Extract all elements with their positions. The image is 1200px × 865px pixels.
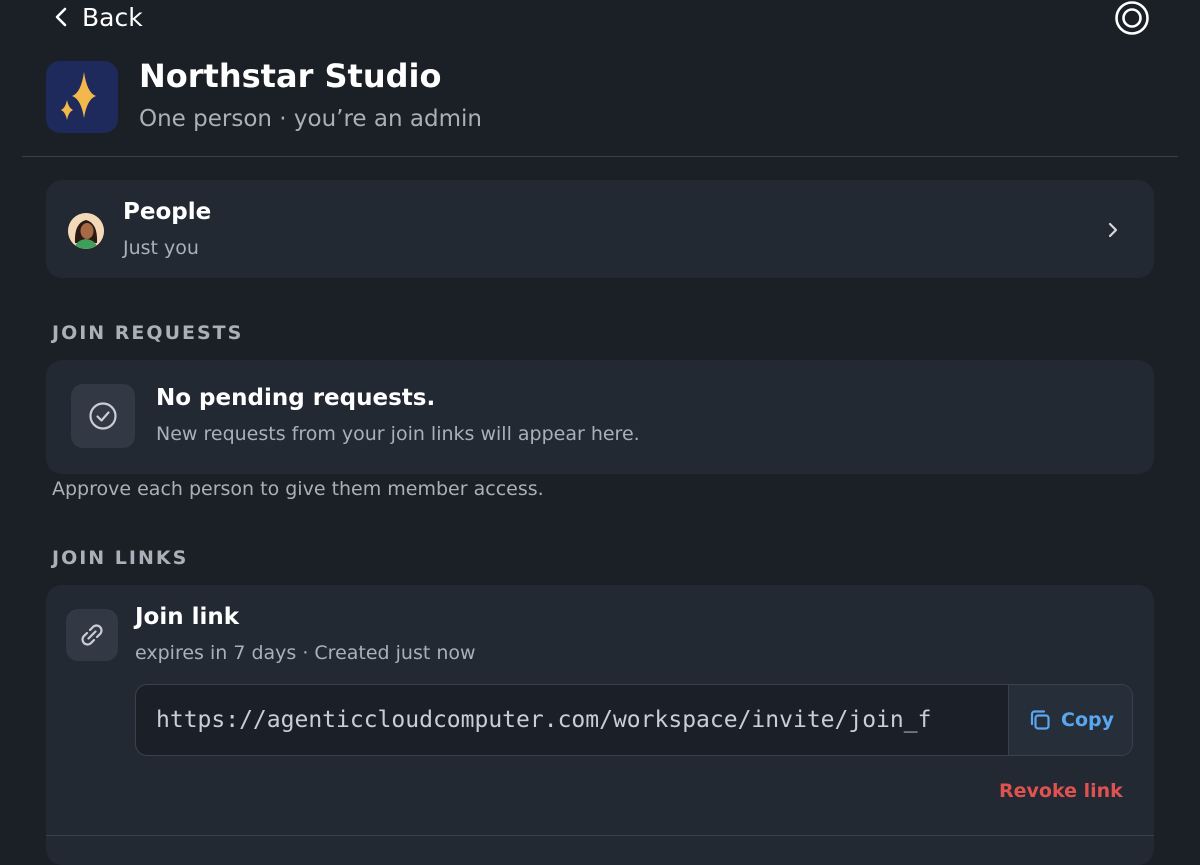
- join-links-heading: JOIN LINKS: [52, 547, 189, 569]
- join-link-title: Join link: [135, 604, 240, 630]
- copy-button[interactable]: Copy: [1008, 685, 1132, 755]
- approve-note: Approve each person to give them member …: [52, 478, 544, 500]
- header-divider: [22, 156, 1178, 157]
- revoke-link-button[interactable]: Revoke link: [999, 779, 1123, 803]
- join-requests-card: No pending requests. New requests from y…: [46, 360, 1154, 474]
- people-title: People: [123, 199, 212, 225]
- chevron-left-icon: [55, 7, 67, 27]
- empty-requests-subtitle: New requests from your join links will a…: [156, 423, 640, 445]
- people-card[interactable]: People Just you: [46, 180, 1154, 278]
- check-circle-icon: [71, 384, 135, 448]
- settings-ring-icon[interactable]: [1114, 0, 1150, 36]
- join-link-card: Join link expires in 7 days · Created ju…: [46, 585, 1154, 865]
- people-subtitle: Just you: [123, 237, 199, 259]
- sparkle-icon: [61, 72, 96, 120]
- join-link-url-field[interactable]: [136, 685, 1008, 755]
- empty-requests-title: No pending requests.: [156, 385, 436, 411]
- workspace-logo: [46, 61, 118, 133]
- workspace-subtitle: One person · you’re an admin: [139, 106, 482, 132]
- workspace-name: Northstar Studio: [139, 57, 442, 95]
- chevron-right-icon: [1108, 222, 1118, 238]
- avatar: [68, 213, 104, 249]
- back-button[interactable]: Back: [52, 2, 143, 32]
- link-divider: [46, 835, 1154, 836]
- back-label: Back: [82, 2, 143, 32]
- copy-icon: [1030, 710, 1050, 730]
- link-icon: [66, 609, 118, 661]
- join-requests-heading: JOIN REQUESTS: [52, 322, 244, 344]
- join-link-meta: expires in 7 days · Created just now: [135, 642, 476, 664]
- copy-label: Copy: [1061, 709, 1114, 731]
- join-link-url-box: Copy: [135, 684, 1133, 756]
